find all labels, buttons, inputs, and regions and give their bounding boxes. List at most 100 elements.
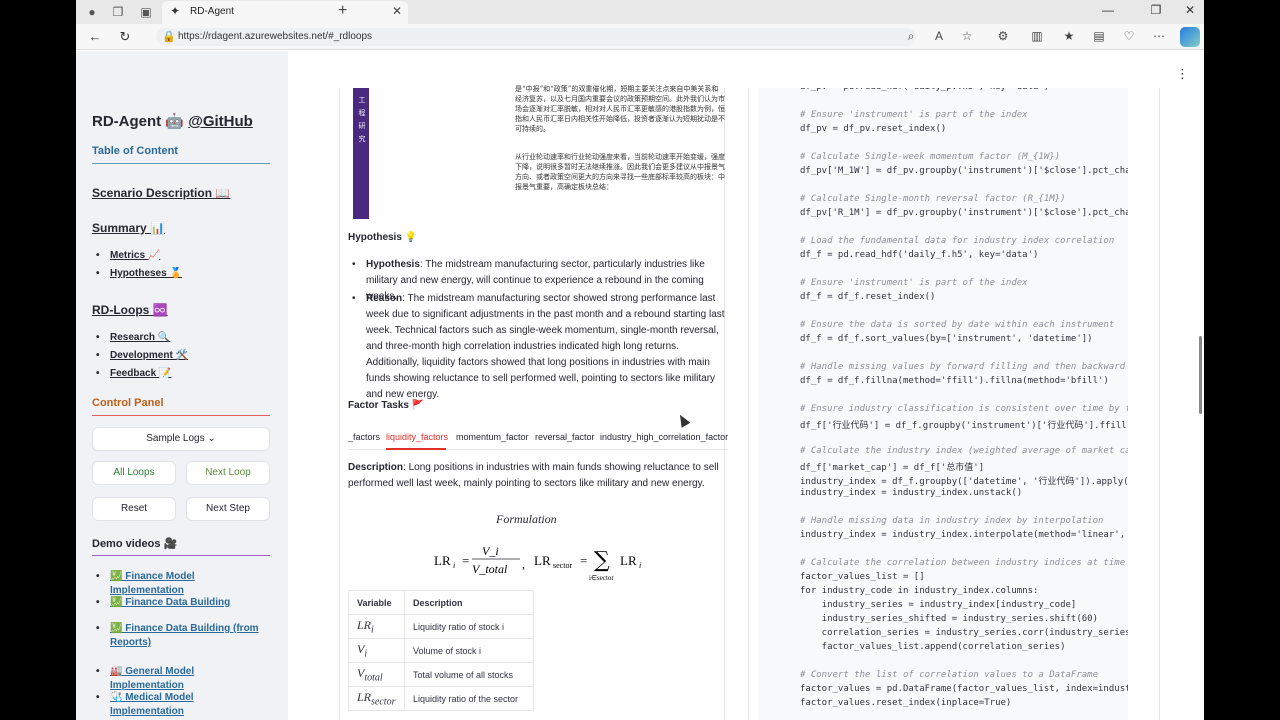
code-line: # Convert the list of correlation values…	[800, 670, 1099, 680]
factor-tabs: _factors liquidity_factors momentum_fact…	[348, 428, 728, 450]
factor-tasks-heading: Factor Tasks 🚩	[348, 400, 425, 411]
toc-heading: Table of Content	[92, 145, 178, 157]
tab-reversal-factor[interactable]: reversal_factor	[535, 432, 595, 442]
close-window-icon[interactable]: ✕	[1180, 3, 1200, 17]
tab-liquidity-factors[interactable]: liquidity_factors	[386, 432, 448, 442]
nav-scenario-description[interactable]: Scenario Description 📖	[92, 186, 230, 200]
workspaces-icon[interactable]: ❐	[110, 4, 126, 20]
symbol-subscript: sector	[371, 696, 396, 708]
browser-essentials-icon[interactable]: ♡	[1120, 29, 1138, 43]
code-line: factor_values_list = []	[800, 572, 925, 582]
code-block[interactable]: df_pv = pd.read_hdf('daily_pv.h5', key='…	[758, 88, 1128, 720]
address-bar[interactable]: 🔒 https://rdagent.azurewebsites.net/#_rd…	[156, 28, 916, 46]
reason-label: Reason	[366, 293, 403, 304]
copilot-icon[interactable]	[1180, 27, 1200, 47]
code-line: # Handle missing values by forward filli…	[800, 362, 1128, 372]
nav-research[interactable]: Research 🔍	[96, 332, 170, 343]
refresh-icon[interactable]: ↻	[116, 29, 134, 45]
demo-finance-data-reports[interactable]: 💹 Finance Data Building (from Reports)	[96, 622, 260, 650]
restore-icon[interactable]: ❐	[1146, 3, 1166, 17]
code-line: industry_index = df_f.groupby(['datetime…	[800, 477, 1128, 487]
tab-title: RD-Agent	[190, 6, 234, 17]
code-line: df_pv['M_1W'] = df_pv.groupby('instrumen…	[800, 166, 1128, 176]
reset-button[interactable]: Reset	[92, 497, 176, 521]
more-options-icon[interactable]: ⋯	[1150, 29, 1168, 43]
lock-icon[interactable]: 🔒	[162, 30, 176, 43]
tab-actions-icon[interactable]: ▣	[138, 4, 154, 20]
code-line: industry_index = industry_index.unstack(…	[800, 488, 1023, 498]
demo-general-model[interactable]: 🏭 General Model Implementation	[96, 665, 270, 693]
page-scrollbar[interactable]	[1199, 336, 1202, 414]
symbol-base: LR	[357, 617, 372, 632]
github-link[interactable]: @GitHub	[188, 113, 253, 130]
code-line: # Ensure 'instrument' is part of the ind…	[800, 110, 1028, 120]
nav-metrics[interactable]: Metrics 📈	[96, 250, 160, 261]
symbol-subscript: total	[364, 672, 383, 684]
app-name: RD-Agent	[92, 113, 162, 130]
code-line: # Calculate Single-week momentum factor …	[800, 152, 1061, 162]
new-tab-icon[interactable]: +	[338, 2, 347, 20]
browser-window: ● ❐ ▣ ✦ RD-Agent ✕ + — ❐ ✕ ← ↻ 🔒 https:/…	[76, 0, 1204, 720]
code-line: df_f = df_f.sort_values(by=['instrument'…	[800, 334, 1093, 344]
nav-summary[interactable]: Summary 📊	[92, 221, 165, 235]
variable-description: Volume of stock i	[404, 638, 534, 663]
svg-text:V_i: V_i	[482, 544, 499, 558]
main-menu-icon[interactable]: ⋮	[1176, 66, 1189, 82]
demo-videos-divider	[92, 555, 270, 556]
code-line: df_pv = pd.read_hdf('daily_pv.h5', key='…	[800, 88, 1049, 92]
factor-description: Description: Long positions in industrie…	[348, 460, 724, 492]
code-line: # Calculate the correlation between indu…	[800, 558, 1128, 568]
minimize-icon[interactable]: —	[1098, 3, 1118, 17]
browser-tab[interactable]: ✦ RD-Agent ✕	[162, 1, 408, 24]
tab-factors[interactable]: _factors	[348, 432, 380, 442]
sample-logs-select[interactable]: Sample Logs ⌄	[92, 427, 270, 451]
header-description: Description	[404, 590, 534, 615]
favorites-icon[interactable]: ★	[1060, 29, 1078, 43]
next-loop-button[interactable]: Next Loop	[186, 461, 270, 485]
svg-text:LR: LR	[620, 553, 637, 568]
code-line: factor_values_list.append(correlation_se…	[800, 642, 1066, 652]
table-row: Vtotal Total volume of all stocks	[348, 662, 534, 687]
svg-text:V_total: V_total	[472, 562, 508, 576]
nav-rd-loops[interactable]: RD-Loops ♾️	[92, 303, 168, 317]
nav-development[interactable]: Development 🛠️	[96, 350, 188, 361]
back-icon[interactable]: ←	[86, 29, 104, 44]
demo-medical-model[interactable]: 🩺 Medical Model Implementation	[96, 691, 270, 719]
hypothesis-heading: Hypothesis 💡	[348, 232, 418, 243]
close-tab-icon[interactable]: ✕	[392, 4, 402, 18]
variable-description: Liquidity ratio of stock i	[404, 614, 534, 639]
collections-icon[interactable]: ▤	[1090, 29, 1108, 43]
code-line: df_f = df_f.fillna(method='ffill').filln…	[800, 376, 1109, 386]
reason-item: Reason: The midstream manufacturing sect…	[352, 291, 732, 403]
variable-symbol: Vtotal	[348, 662, 405, 687]
next-step-button[interactable]: Next Step	[186, 497, 270, 521]
split-screen-icon[interactable]: ▥	[1028, 29, 1046, 43]
svg-text:i: i	[453, 561, 455, 570]
favorite-star-icon[interactable]: ☆	[958, 29, 976, 43]
report-image: 工程研究 是“中报”和“政策”的双重催化期，短期主要关注点来自中美关系和经济复苏…	[353, 85, 726, 220]
control-panel-heading: Control Panel	[92, 397, 164, 409]
toc-divider	[92, 163, 270, 164]
svg-text:i∈sector: i∈sector	[589, 574, 614, 582]
nav-hypotheses[interactable]: Hypotheses 🏅	[96, 268, 182, 279]
extensions-icon[interactable]: ⚙	[994, 29, 1012, 43]
demo-finance-data[interactable]: 💹 Finance Data Building	[96, 596, 270, 610]
reason-text: : The midstream manufacturing sector sho…	[366, 293, 725, 400]
code-line: industry_series_shifted = industry_serie…	[800, 614, 1099, 624]
tab-industry-high-correlation-factor[interactable]: industry_high_correlation_factor	[600, 432, 728, 442]
nav-feedback[interactable]: Feedback 📝	[96, 368, 171, 379]
all-loops-button[interactable]: All Loops	[92, 461, 176, 485]
navigation-bar: ← ↻ 🔒 https://rdagent.azurewebsites.net/…	[76, 24, 1204, 50]
demo-finance-model[interactable]: 💹 Finance Model Implementation	[96, 570, 270, 598]
sidebar: RD-Agent 🤖 @GitHub Table of Content Scen…	[76, 51, 288, 720]
code-line: df_f = pd.read_hdf('daily_f.h5', key='da…	[800, 250, 1039, 260]
formula-equation: LR i = V_i V_total , LR sector = ∑ i∈sec…	[434, 544, 641, 582]
code-line: df_pv['R_1M'] = df_pv.groupby('instrumen…	[800, 208, 1128, 218]
read-aloud-icon[interactable]: A	[930, 29, 948, 43]
zoom-icon[interactable]: ⌕	[902, 29, 920, 44]
profile-icon[interactable]: ●	[84, 4, 100, 20]
report-paragraph-2: 从行业轮动速率和行业轮动强度来看，当前轮动速率开始变缓，强度下降，说明很多暂时无…	[515, 153, 725, 191]
tab-momentum-factor[interactable]: momentum_factor	[456, 432, 529, 442]
svg-text:∑: ∑	[594, 548, 610, 573]
table-row: Vi Volume of stock i	[348, 638, 534, 663]
